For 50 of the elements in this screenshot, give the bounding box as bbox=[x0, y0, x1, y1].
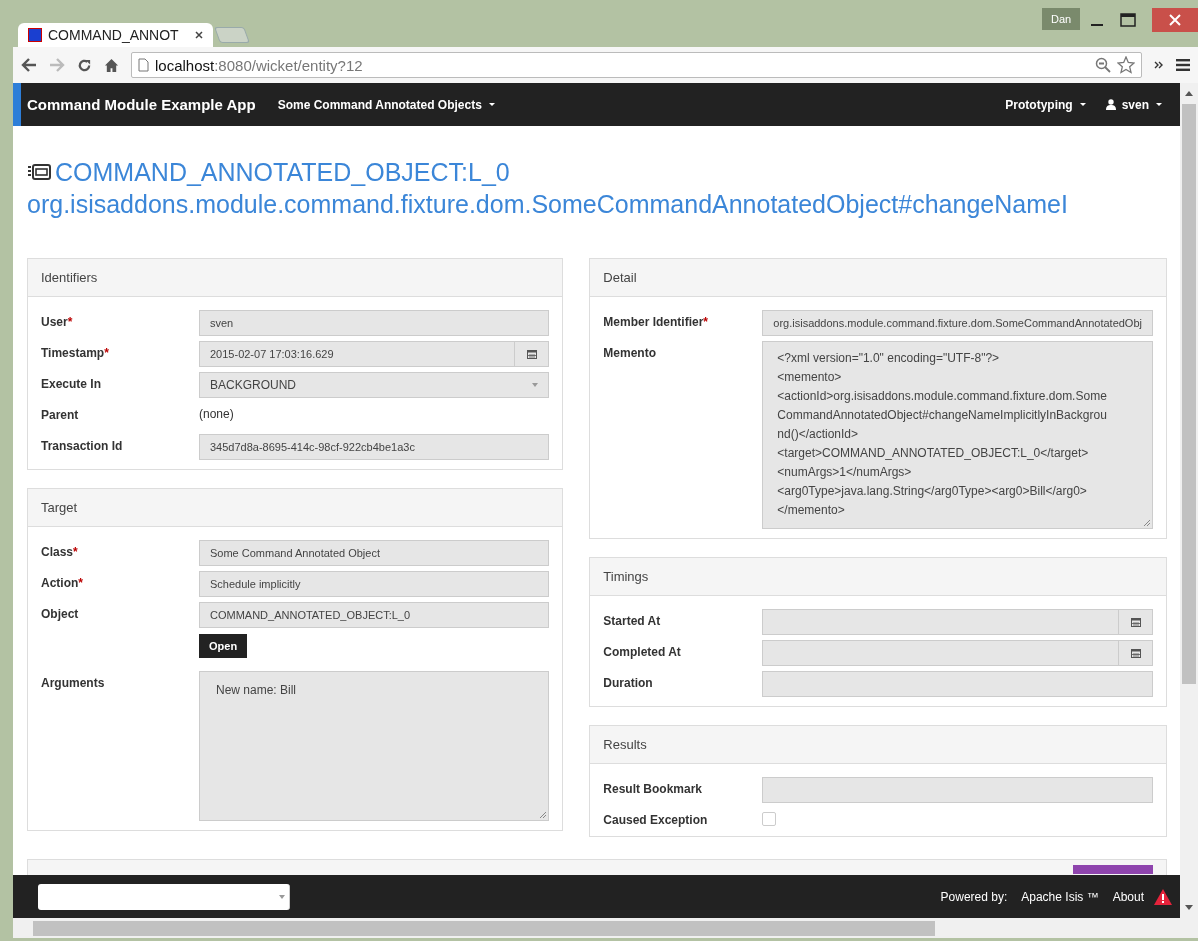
field-label: Arguments bbox=[41, 675, 106, 690]
select-field[interactable]: BACKGROUND bbox=[199, 372, 550, 398]
field-value: (none) bbox=[199, 406, 234, 423]
field-label: Caused Exception bbox=[603, 812, 709, 827]
date-field[interactable]: 2015-02-07 17:03:16.629 bbox=[199, 341, 550, 367]
nav-menu[interactable]: Prototyping bbox=[1005, 97, 1086, 112]
text-area[interactable]: New name: Bill bbox=[199, 671, 550, 821]
profile-badge[interactable]: Dan bbox=[1042, 8, 1081, 30]
browser-tab[interactable]: COMMAND_ANNOT bbox=[18, 23, 213, 47]
field-label: Result Bookmark bbox=[603, 781, 703, 796]
required-marker: * bbox=[73, 545, 78, 559]
panel-header: Results bbox=[590, 726, 1166, 764]
field-label: Memento bbox=[603, 345, 657, 360]
powered-by-label: Powered by: bbox=[940, 889, 1008, 904]
text-field[interactable]: sven bbox=[199, 310, 550, 336]
text-field[interactable]: org.isisaddons.module.command.fixture.dom.SomeCommandAnnotatedObj bbox=[762, 310, 1153, 336]
field-label: Class* bbox=[41, 544, 79, 559]
field-label: Object bbox=[41, 606, 80, 621]
panel-header: Target bbox=[28, 489, 563, 527]
field-label: Transaction Id bbox=[41, 438, 124, 453]
field-label: Action* bbox=[41, 575, 84, 590]
nav-menu[interactable]: sven bbox=[1105, 97, 1162, 112]
object-subtitle: org.isisaddons.module.command.fixture.dom.SomeCommandAnnotatedObject#changeNameI bbox=[27, 189, 1069, 220]
address-bar[interactable]: localhost:8080/wicket/entity?12 bbox=[131, 52, 1142, 78]
panel-header: Detail bbox=[590, 259, 1166, 297]
nav-menu[interactable]: Some Command Annotated Objects bbox=[277, 97, 495, 112]
field-label: Started At bbox=[603, 613, 662, 628]
text-field[interactable]: COMMAND_ANNOTATED_OBJECT:L_0 bbox=[199, 602, 550, 628]
about-link[interactable]: About bbox=[1112, 889, 1144, 904]
field-label: Duration bbox=[603, 675, 654, 690]
field-label: Member Identifier* bbox=[603, 314, 709, 329]
field-label: Execute In bbox=[41, 376, 103, 391]
required-marker: * bbox=[78, 576, 83, 590]
field-label: User* bbox=[41, 314, 74, 329]
field-label: Completed At bbox=[603, 644, 682, 659]
text-field[interactable]: 345d7d8a-8695-414c-98cf-922cb4be1a3c bbox=[199, 434, 550, 460]
text-field[interactable]: Schedule implicitly bbox=[199, 571, 550, 597]
required-marker: * bbox=[67, 315, 73, 329]
required-marker: * bbox=[104, 346, 109, 360]
object-title: COMMAND_ANNOTATED_OBJECT:L_0 bbox=[55, 157, 510, 188]
panel-header: Timings bbox=[590, 558, 1166, 596]
text-field[interactable]: Some Command Annotated Object bbox=[199, 540, 550, 566]
field-label: Timestamp* bbox=[41, 345, 110, 360]
open-button[interactable]: Open bbox=[199, 634, 248, 658]
field-label: Parent bbox=[41, 407, 80, 422]
app-brand[interactable]: Command Module Example App bbox=[27, 96, 256, 113]
footer-link[interactable]: Apache Isis ™ bbox=[1021, 889, 1099, 904]
panel-header: Identifiers bbox=[28, 259, 563, 297]
text-area[interactable]: <?xml version="1.0" encoding="UTF-8"?> <memento> <actionId>org.isisaddons.module.command.fixture.dom.Some CommandAnnotatedObject#changeNameImplicitlyInBackgrou nd()</actionId> <target>COMMAND_ANNOTATED_OBJECT:L_0</target> <numArgs>1</numArgs> <arg0Type>java.lang.String</arg0Type><arg0>Bill</arg0> </memento> bbox=[762, 341, 1153, 529]
required-marker: * bbox=[703, 315, 708, 329]
